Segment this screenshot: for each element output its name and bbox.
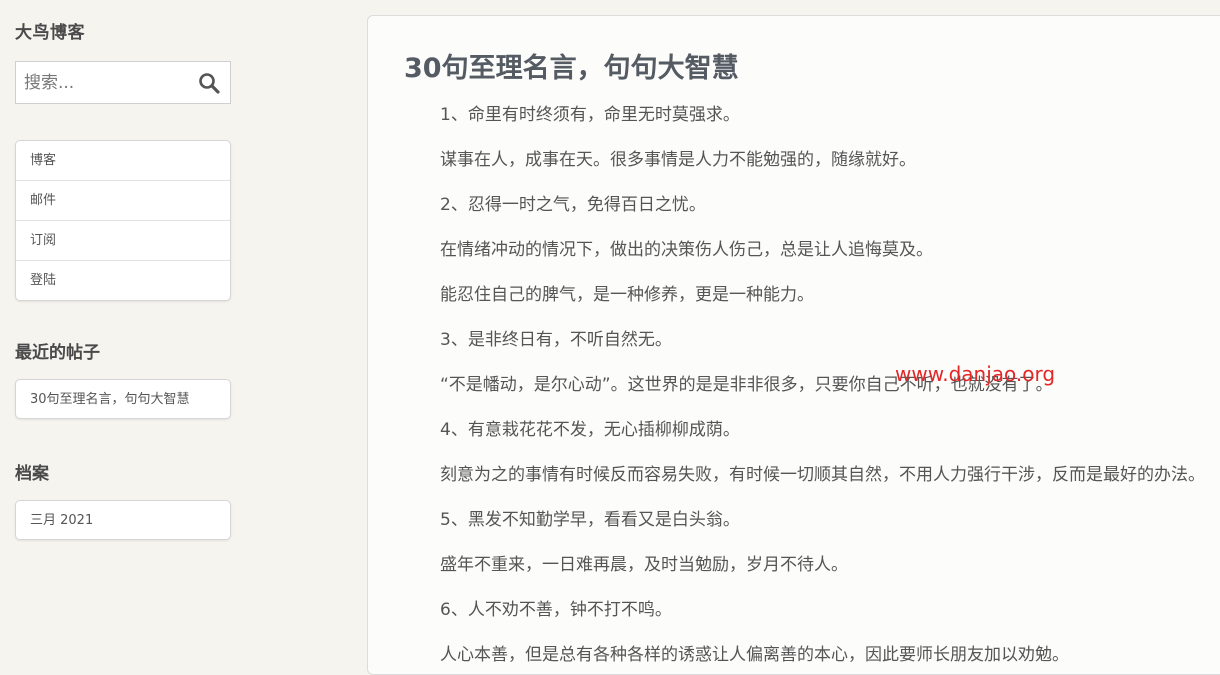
archive-link[interactable]: 三月 2021 xyxy=(15,500,231,540)
nav-item-mail[interactable]: 邮件 xyxy=(16,181,230,221)
post-paragraph: 5、黑发不知勤学早，看看又是白头翁。 xyxy=(440,510,740,530)
search-input[interactable] xyxy=(16,62,194,103)
post-paragraph: 盛年不重来，一日难再晨，及时当勉励，岁月不待人。 xyxy=(440,555,848,575)
post-paragraph: 2、忍得一时之气，免得百日之忧。 xyxy=(440,195,706,215)
nav-menu: 博客 邮件 订阅 登陆 xyxy=(15,140,231,301)
post-title: 30句至理名言，句句大智慧 xyxy=(404,53,739,84)
post-paragraph: 6、人不劝不善，钟不打不鸣。 xyxy=(440,600,672,620)
recent-posts-heading: 最近的帖子 xyxy=(15,343,100,363)
search-icon[interactable] xyxy=(197,71,221,95)
post-content: 1、命里有时终须有，命里无时莫强求。 谋事在人，成事在天。很多事情是人力不能勉强… xyxy=(440,100,1220,674)
recent-post-link[interactable]: 30句至理名言，句句大智慧 xyxy=(15,379,231,419)
post-paragraph: 1、命里有时终须有，命里无时莫强求。 xyxy=(440,105,740,125)
post-paragraph: “不是幡动，是尔心动”。这世界的是是非非很多，只要你自己不听，也就没有了。 xyxy=(440,375,1053,395)
nav-item-blog[interactable]: 博客 xyxy=(16,141,230,181)
post-paragraph: 谋事在人，成事在天。很多事情是人力不能勉强的，随缘就好。 xyxy=(440,150,916,170)
archive-heading: 档案 xyxy=(15,464,49,484)
post-paragraph: 4、有意栽花花不发，无心插柳柳成荫。 xyxy=(440,420,740,440)
post-paragraph: 刻意为之的事情有时候反而容易失败，有时候一切顺其自然，不用人力强行干涉，反而是最… xyxy=(440,465,1205,485)
post-paragraph: 3、是非终日有，不听自然无。 xyxy=(440,330,672,350)
post-paragraph: 人心本善，但是总有各种各样的诱惑让人偏离善的本心，因此要师长朋友加以劝勉。 xyxy=(440,645,1069,665)
nav-item-subscribe[interactable]: 订阅 xyxy=(16,221,230,261)
watermark: www.danjao.org xyxy=(895,362,1056,386)
search-box xyxy=(15,61,231,104)
post-paragraph: 在情绪冲动的情况下，做出的决策伤人伤己，总是让人追悔莫及。 xyxy=(440,240,933,260)
post-panel: 30句至理名言，句句大智慧 1、命里有时终须有，命里无时莫强求。 谋事在人，成事… xyxy=(367,15,1220,675)
post-paragraph: 能忍住自己的脾气，是一种修养，更是一种能力。 xyxy=(440,285,814,305)
nav-item-login[interactable]: 登陆 xyxy=(16,261,230,300)
site-title[interactable]: 大鸟博客 xyxy=(15,18,85,43)
